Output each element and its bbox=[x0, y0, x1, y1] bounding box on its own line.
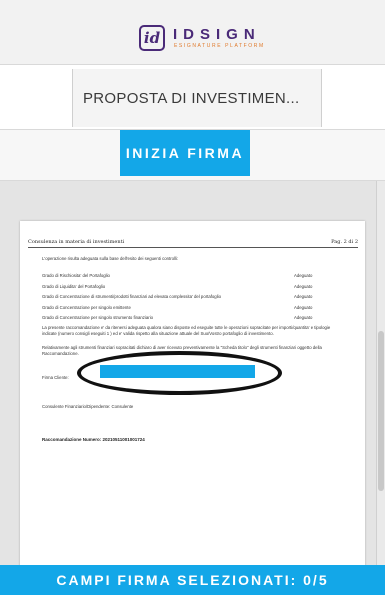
page-number: Pag. 2 di 2 bbox=[331, 239, 358, 245]
page-intro-text: L'operazione risulta adeguata sulla base… bbox=[42, 256, 179, 261]
recommendation-number: Raccomandazione Numero: 2021051100100172… bbox=[42, 437, 145, 442]
document-title-box: PROPOSTA DI INVESTIMEN... bbox=[72, 69, 322, 127]
control-value: Adeguato bbox=[294, 304, 313, 310]
document-page: Consulenza in materia di investimenti Pa… bbox=[20, 221, 365, 581]
controls-list: Grado di Rischiosita' del Portafoglio Ad… bbox=[42, 273, 342, 326]
consultant-label: Consulente Finanziario/Dipendente: Consu… bbox=[42, 404, 134, 409]
document-title-bar: PROPOSTA DI INVESTIMEN... bbox=[0, 65, 385, 130]
control-row: Grado di Rischiosita' del Portafoglio Ad… bbox=[42, 273, 342, 284]
idsign-logo: id IDSIGN ESIGNATURE PLATFORM bbox=[139, 22, 265, 54]
scrollbar-thumb[interactable] bbox=[378, 331, 384, 491]
control-row: Grado di Liquidita' del Portafoglio Adeg… bbox=[42, 284, 342, 295]
logo-subtitle: ESIGNATURE PLATFORM bbox=[174, 42, 265, 49]
control-label: Grado di Concentrazione per singolo stru… bbox=[42, 315, 154, 320]
declaration-paragraph: Relativamente agli strumenti finanziari … bbox=[42, 345, 322, 356]
control-label: Grado di Liquidita' del Portafoglio bbox=[42, 283, 106, 289]
start-sign-button[interactable]: INIZIA FIRMA bbox=[120, 130, 250, 176]
app-header: id IDSIGN ESIGNATURE PLATFORM bbox=[0, 0, 385, 65]
control-value: Adeguato bbox=[294, 315, 313, 320]
control-value: Adeguato bbox=[294, 294, 313, 299]
logo-text: IDSIGN ESIGNATURE PLATFORM bbox=[173, 25, 265, 50]
signature-field[interactable] bbox=[100, 365, 255, 378]
document-title: PROPOSTA DI INVESTIMEN... bbox=[83, 89, 300, 107]
start-sign-label: INIZIA FIRMA bbox=[125, 145, 245, 161]
page-header: Consulenza in materia di investimenti Pa… bbox=[28, 239, 358, 248]
viewer-scrollbar[interactable] bbox=[376, 181, 385, 565]
control-row: Grado di Concentrazione di strumenti/pro… bbox=[42, 294, 342, 305]
page-header-title: Consulenza in materia di investimenti bbox=[28, 239, 125, 245]
signature-fields-status: CAMPI FIRMA SELEZIONATI: 0/5 bbox=[56, 572, 329, 588]
client-signature-label: Firma Cliente: bbox=[42, 375, 69, 380]
logo-mark-icon: id bbox=[139, 25, 165, 51]
recommendation-paragraph: La presente raccomandazione e' da ritene… bbox=[42, 325, 331, 336]
sign-action-band: INIZIA FIRMA bbox=[0, 130, 385, 181]
control-label: Grado di Concentrazione di strumenti/pro… bbox=[42, 294, 222, 299]
control-row: Grado di Concentrazione per singolo emit… bbox=[42, 305, 342, 316]
control-value: Adeguato bbox=[294, 273, 313, 278]
signature-status-bar: CAMPI FIRMA SELEZIONATI: 0/5 bbox=[0, 565, 385, 595]
control-row: Grado di Concentrazione per singolo stru… bbox=[42, 315, 342, 326]
control-value: Adeguato bbox=[294, 283, 313, 289]
control-label: Grado di Concentrazione per singolo emit… bbox=[42, 304, 131, 310]
logo-name: IDSIGN bbox=[173, 25, 261, 43]
document-viewer[interactable]: Consulenza in materia di investimenti Pa… bbox=[0, 181, 385, 595]
logo-mark-text: id bbox=[143, 28, 161, 47]
control-label: Grado di Rischiosita' del Portafoglio bbox=[42, 273, 110, 278]
